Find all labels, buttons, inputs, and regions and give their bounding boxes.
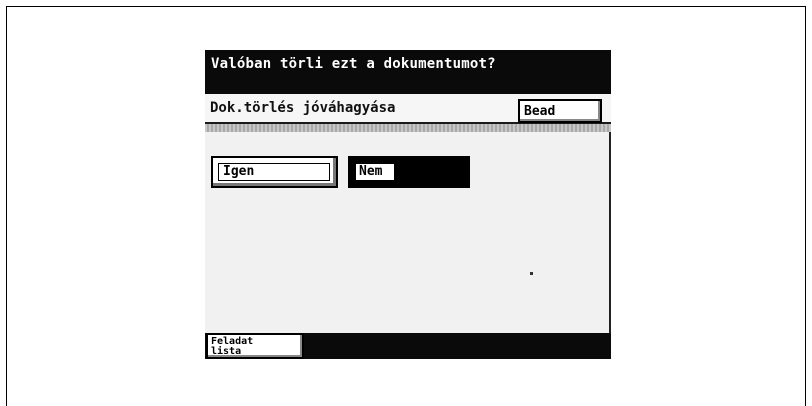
yes-button-label: Igen — [218, 163, 330, 181]
dialog-title: Dok.törlés jóváhagyása — [210, 100, 396, 116]
confirmation-prompt: Valóban törli ezt a dokumentumot? — [205, 50, 611, 94]
screen-speck — [530, 272, 533, 275]
device-screen: Valóban törli ezt a dokumentumot? Dok.tö… — [205, 50, 611, 359]
dialog-title-bar: Dok.törlés jóváhagyása Bead — [205, 94, 611, 124]
divider-strip — [205, 124, 611, 132]
enter-button[interactable]: Bead — [518, 99, 602, 123]
no-button[interactable]: Nem — [348, 156, 470, 188]
job-list-button[interactable]: Feladat lista — [206, 333, 304, 359]
no-button-label: Nem — [355, 163, 395, 181]
dialog-content: Igen Nem — [205, 132, 611, 333]
job-list-label-line2: lista — [211, 346, 242, 357]
bottom-bar: Feladat lista — [205, 333, 611, 359]
yes-button[interactable]: Igen — [211, 156, 338, 188]
